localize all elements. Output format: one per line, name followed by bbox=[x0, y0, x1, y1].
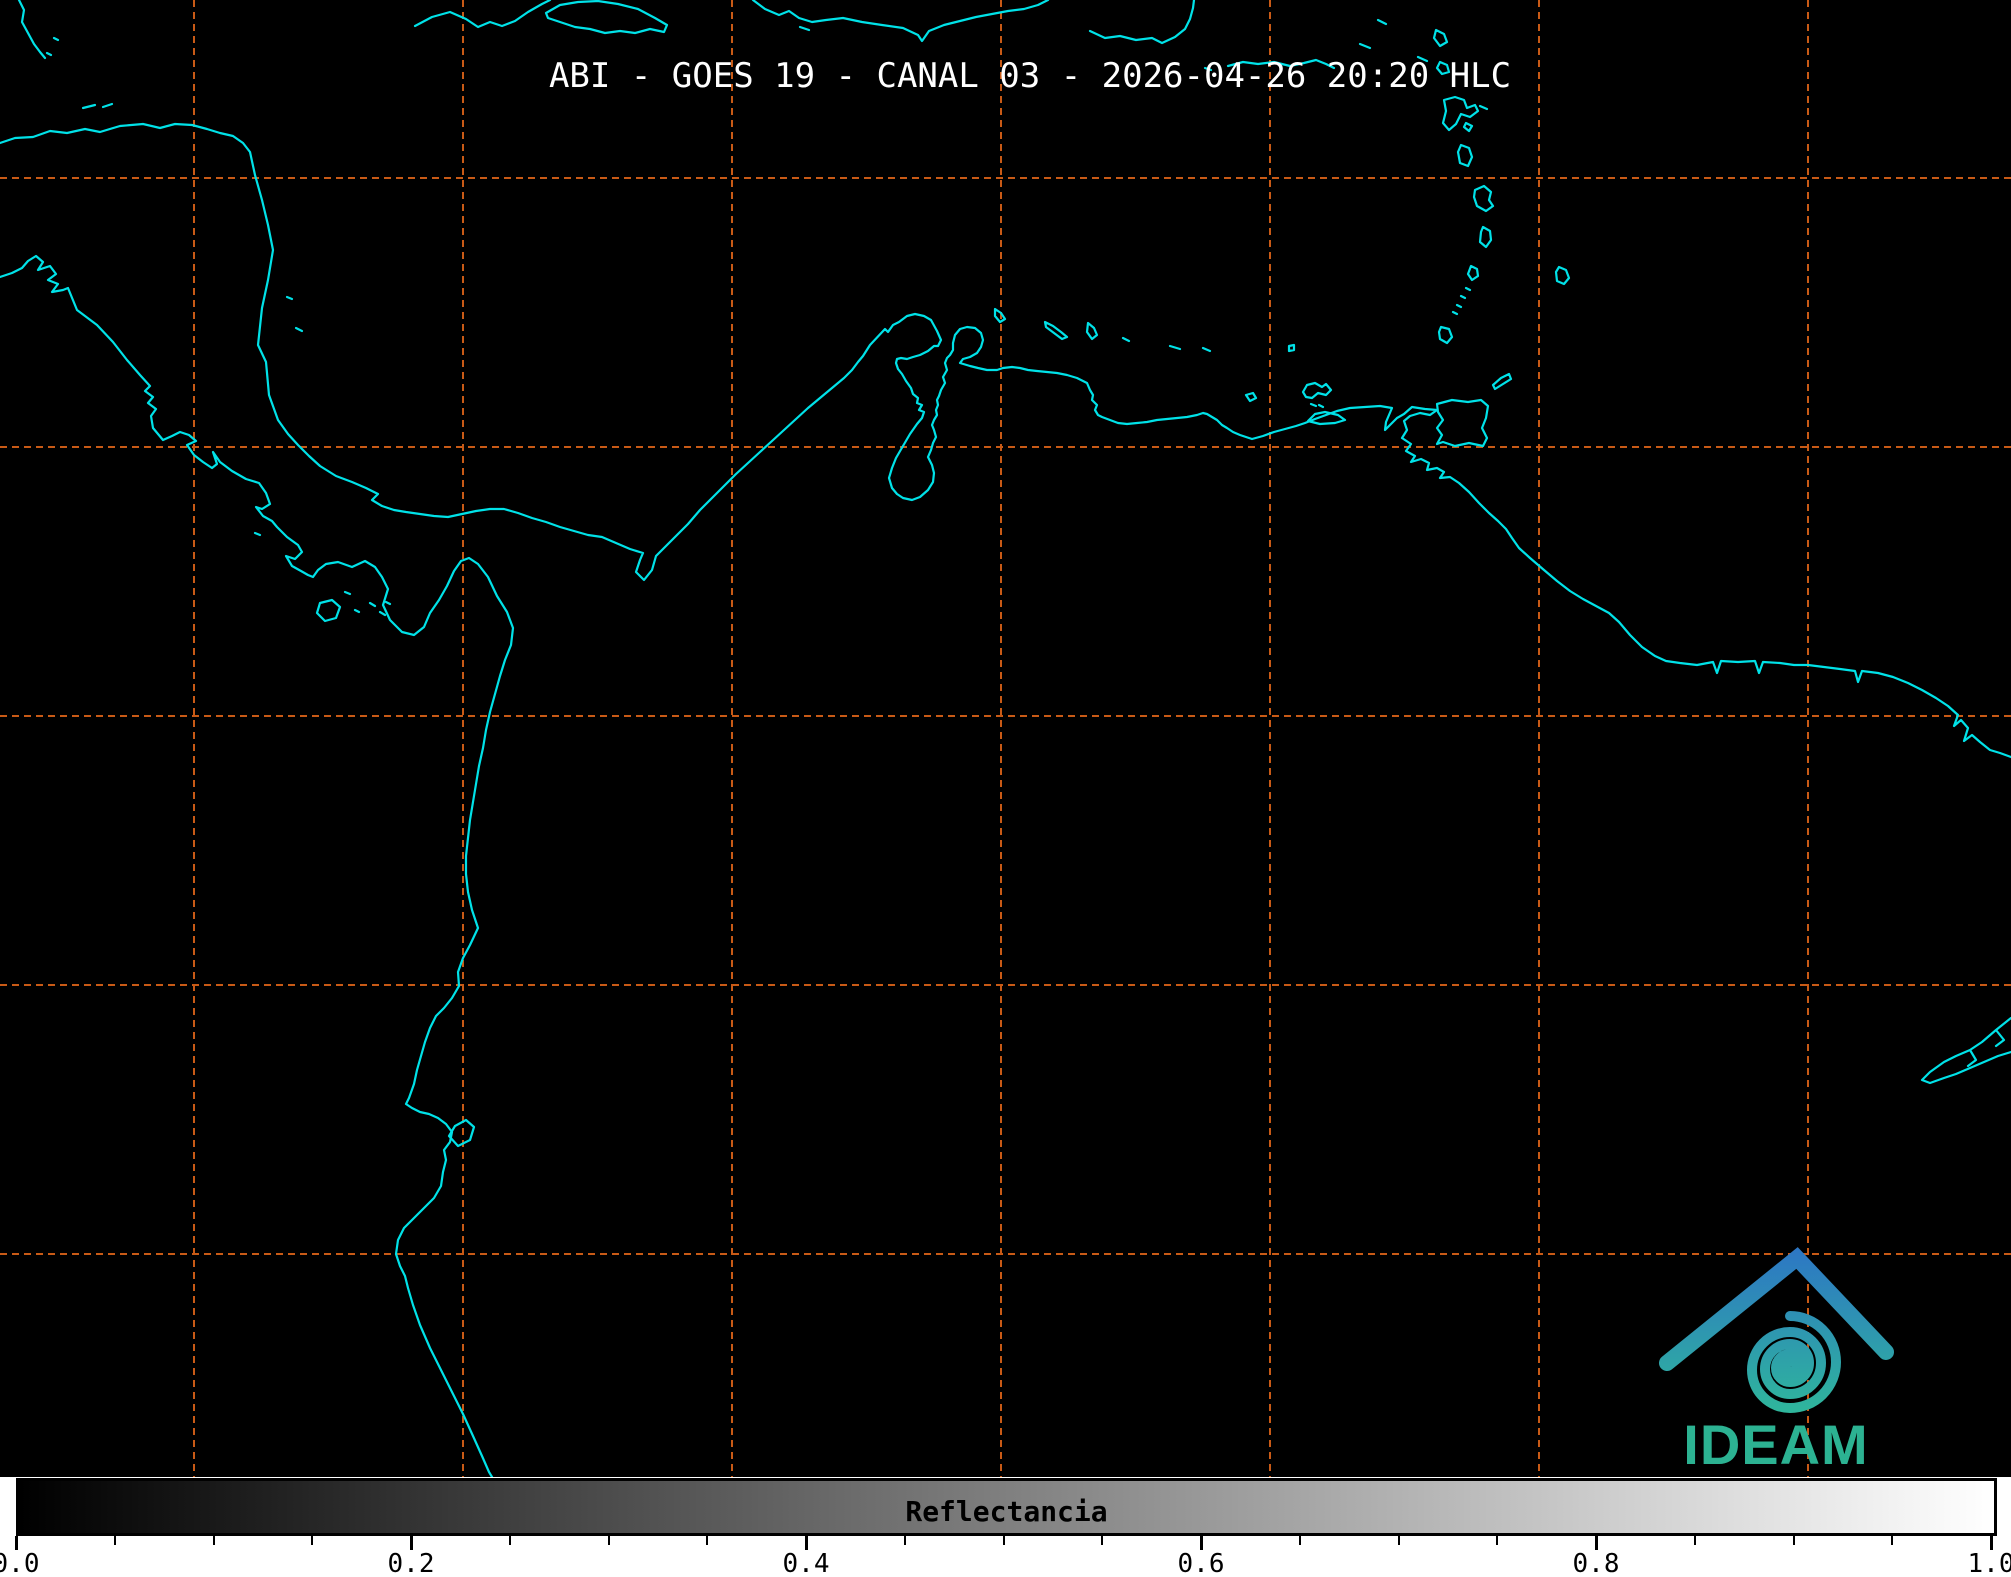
colorbar-gradient-bar: Reflectancia bbox=[16, 1478, 1997, 1536]
colorbar-tick bbox=[409, 1536, 413, 1550]
colorbar-tick bbox=[804, 1536, 808, 1550]
colorbar-tick-label: 0.4 bbox=[782, 1549, 830, 1577]
colorbar-tick bbox=[1199, 1536, 1203, 1550]
satellite-image-viewer: IDEAM ABI - GOES 19 - CANAL 03 - 2026-04… bbox=[0, 0, 2011, 1577]
colorbar-tick bbox=[508, 1536, 511, 1545]
satellite-map-area: IDEAM ABI - GOES 19 - CANAL 03 - 2026-04… bbox=[0, 0, 2011, 1477]
colorbar-tick bbox=[1693, 1536, 1696, 1545]
colorbar-tick bbox=[706, 1536, 709, 1545]
colorbar-tick bbox=[1891, 1536, 1894, 1545]
colorbar-tick bbox=[14, 1536, 18, 1550]
colorbar-tick-label: 0.0 bbox=[0, 1549, 40, 1577]
colorbar-tick bbox=[1496, 1536, 1499, 1545]
colorbar-tick bbox=[903, 1536, 906, 1545]
colorbar-tick bbox=[1002, 1536, 1005, 1545]
colorbar-strip: Reflectancia 0.0 0.2 0.4 0.6 0.8 1.0 bbox=[0, 1477, 2011, 1577]
colorbar-tick-label: 0.8 bbox=[1572, 1549, 1620, 1577]
colorbar-tick bbox=[1101, 1536, 1104, 1545]
colorbar-tick bbox=[1792, 1536, 1795, 1545]
colorbar-tick bbox=[113, 1536, 116, 1545]
ideam-logo-text: IDEAM bbox=[1683, 1413, 1868, 1476]
map-svg: IDEAM bbox=[0, 0, 2011, 1477]
colorbar-tick-label: 0.2 bbox=[387, 1549, 435, 1577]
colorbar-tick bbox=[1989, 1536, 1993, 1550]
colorbar-label: Reflectancia bbox=[905, 1495, 1108, 1528]
colorbar-tick bbox=[212, 1536, 215, 1545]
colorbar-tick-label: 1.0 bbox=[1967, 1549, 2011, 1577]
colorbar-tick bbox=[1594, 1536, 1598, 1550]
colorbar-tick bbox=[1397, 1536, 1400, 1545]
colorbar-tick bbox=[311, 1536, 314, 1545]
map-background bbox=[0, 0, 2011, 1477]
image-title: ABI - GOES 19 - CANAL 03 - 2026-04-26 20… bbox=[548, 56, 1512, 96]
colorbar-tick bbox=[1298, 1536, 1301, 1545]
colorbar-tick-label: 0.6 bbox=[1177, 1549, 1225, 1577]
colorbar-tick bbox=[607, 1536, 610, 1545]
